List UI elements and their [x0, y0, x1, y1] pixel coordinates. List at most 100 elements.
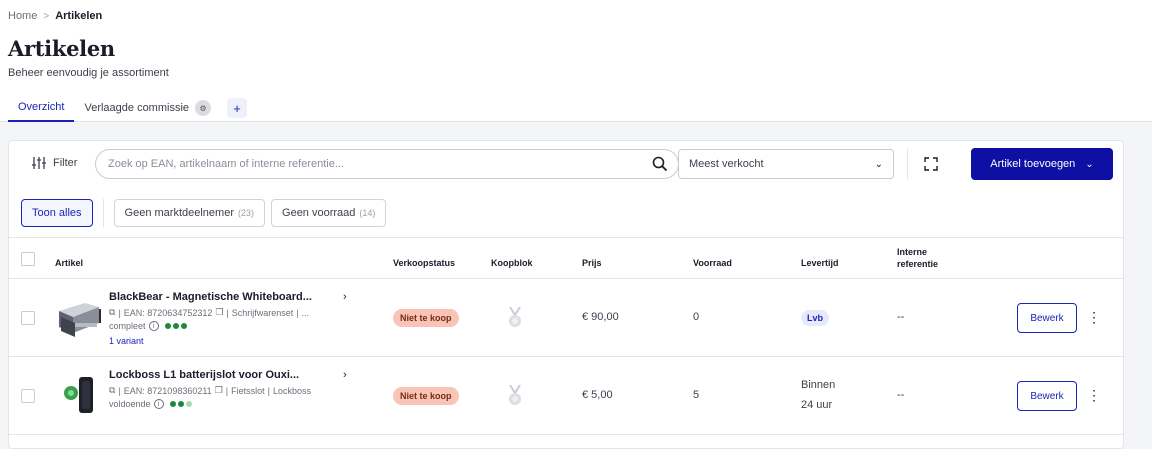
chip-label: Toon alles [32, 207, 82, 219]
chevron-right-icon[interactable]: › [343, 369, 347, 381]
page-header: Home > Artikelen Artikelen Beheer eenvou… [0, 0, 1152, 122]
quality-dot [180, 323, 187, 329]
fullscreen-button[interactable] [919, 152, 943, 176]
add-article-label: Artikel toevoegen [990, 158, 1076, 170]
edit-button[interactable]: Bewerk [1017, 303, 1077, 333]
column-header-verkoopstatus[interactable]: Verkoopstatus [393, 258, 455, 268]
search-icon[interactable] [652, 156, 668, 172]
medal-icon [509, 307, 521, 327]
chip-label: Geen marktdeelnemer [124, 207, 234, 219]
row-checkbox[interactable] [21, 311, 35, 325]
stock-cell: 0 [693, 311, 700, 323]
status-badge: Niet te koop [393, 309, 459, 327]
product-ean: EAN: 8720634752312 [123, 307, 213, 318]
toolbar-divider [907, 149, 908, 179]
quality-dot [169, 401, 176, 407]
more-options-icon[interactable]: ⋮ [1087, 307, 1101, 327]
quality-label: compleet [109, 321, 146, 331]
select-all-checkbox[interactable] [21, 252, 35, 266]
product-meta: ⧉ | EAN: 8720634752312 ❐ | Schrijfwarens… [109, 307, 310, 318]
table-row[interactable]: Lockboss L1 batterijslot voor Ouxi... › … [9, 357, 1123, 435]
tab-label: Overzicht [18, 101, 65, 113]
product-name[interactable]: Lockboss L1 batterijslot voor Ouxi... [109, 369, 299, 381]
info-icon[interactable]: i [148, 321, 159, 331]
product-thumbnail [64, 377, 93, 413]
copy-icon[interactable]: ❐ [215, 385, 223, 396]
page: Home > Artikelen Artikelen Beheer eenvou… [0, 0, 1152, 449]
column-header-prijs[interactable]: Prijs [582, 258, 602, 268]
quality-label: voldoende [109, 399, 151, 409]
quality-dot [172, 323, 179, 329]
product-ean: EAN: 8721098360211 [123, 385, 212, 396]
chip-no-stock[interactable]: Geen voorraad (14) [271, 199, 387, 227]
product-category: Fietsslot [231, 385, 265, 396]
gear-icon: ⚙ [195, 100, 212, 116]
sort-select[interactable]: Meest verkocht ⌄ [678, 149, 894, 179]
quality-dot [185, 401, 192, 407]
chip-count: (23) [238, 208, 255, 218]
tab-overzicht[interactable]: Overzicht [8, 94, 75, 122]
product-meta: ⧉ | EAN: 8721098360211 ❐ | Fietsslot | L… [109, 385, 312, 396]
product-extra: ... [301, 307, 310, 318]
column-header-voorraad[interactable]: Voorraad [693, 258, 732, 268]
filter-chips: Toon alles Geen marktdeelnemer (23) Geen… [21, 199, 387, 227]
table-header: Artikel Verkoopstatus Koopblok Prijs Voo… [9, 237, 1123, 279]
quality-dot [177, 401, 184, 407]
chip-show-all[interactable]: Toon alles [21, 199, 93, 227]
column-header-artikel[interactable]: Artikel [55, 258, 83, 268]
breadcrumb: Home > Artikelen [8, 10, 102, 22]
filter-label: Filter [53, 157, 78, 169]
page-title: Artikelen [8, 36, 115, 61]
chip-no-market-participant[interactable]: Geen marktdeelnemer (23) [113, 199, 266, 227]
content-quality: compleet i [109, 321, 187, 331]
column-header-levertijd[interactable]: Levertijd [801, 258, 839, 268]
add-tab-button[interactable]: + [227, 98, 248, 118]
quality-indicator [164, 323, 187, 329]
breadcrumb-current: Artikelen [55, 10, 103, 22]
breadcrumb-separator: > [43, 10, 50, 22]
breadcrumb-home[interactable]: Home [8, 10, 37, 22]
search-field [95, 149, 679, 179]
price-cell: € 90,00 [582, 311, 619, 323]
variant-link[interactable]: 1 variant [109, 336, 144, 346]
medal-icon [509, 385, 521, 405]
product-thumbnail [59, 303, 101, 337]
column-header-koopblok[interactable]: Koopblok [491, 258, 533, 268]
product-category: Schrijfwarenset [231, 307, 294, 318]
quality-indicator [169, 401, 192, 407]
info-icon[interactable]: i [153, 399, 164, 409]
edit-button[interactable]: Bewerk [1017, 381, 1077, 411]
lvb-badge: Lvb [801, 310, 830, 326]
table-row[interactable]: BlackBear - Magnetische Whiteboard... › … [9, 279, 1123, 357]
status-badge: Niet te koop [393, 387, 459, 405]
filter-button[interactable]: Filter [31, 155, 77, 171]
chip-count: (14) [359, 208, 376, 218]
articles-card: Filter Meest verkocht ⌄ [8, 140, 1124, 449]
stock-cell: 5 [693, 389, 700, 401]
external-link-icon[interactable]: ⧉ [109, 385, 115, 396]
sort-value: Meest verkocht [689, 158, 764, 170]
reference-cell: -- [897, 311, 905, 323]
reference-cell: -- [897, 389, 905, 401]
tab-bar: Overzicht Verlaagde commissie ⚙ + [8, 94, 248, 122]
expand-icon [924, 157, 938, 171]
column-header-interne-referentie[interactable]: Interne referentie [897, 246, 957, 270]
row-checkbox[interactable] [21, 389, 35, 403]
copy-icon[interactable]: ❐ [215, 307, 223, 318]
chevron-down-icon: ⌄ [1085, 158, 1094, 170]
product-extra: Lockboss [272, 385, 312, 396]
product-name[interactable]: BlackBear - Magnetische Whiteboard... [109, 291, 312, 303]
tab-verlaagde-commissie[interactable]: Verlaagde commissie ⚙ [74, 94, 221, 122]
chip-label: Geen voorraad [282, 207, 356, 219]
add-article-button[interactable]: Artikel toevoegen ⌄ [971, 148, 1113, 180]
delivery-cell-line2: 24 uur [801, 399, 833, 411]
chevron-down-icon: ⌄ [874, 158, 883, 170]
delivery-cell-line1: Binnen [801, 379, 836, 391]
search-input[interactable] [108, 150, 628, 178]
content-quality: voldoende i [109, 399, 192, 409]
more-options-icon[interactable]: ⋮ [1087, 385, 1101, 405]
chevron-right-icon[interactable]: › [343, 291, 347, 303]
external-link-icon[interactable]: ⧉ [109, 307, 115, 318]
tab-label: Verlaagde commissie [84, 102, 190, 114]
toolbar: Filter Meest verkocht ⌄ [9, 141, 1123, 189]
